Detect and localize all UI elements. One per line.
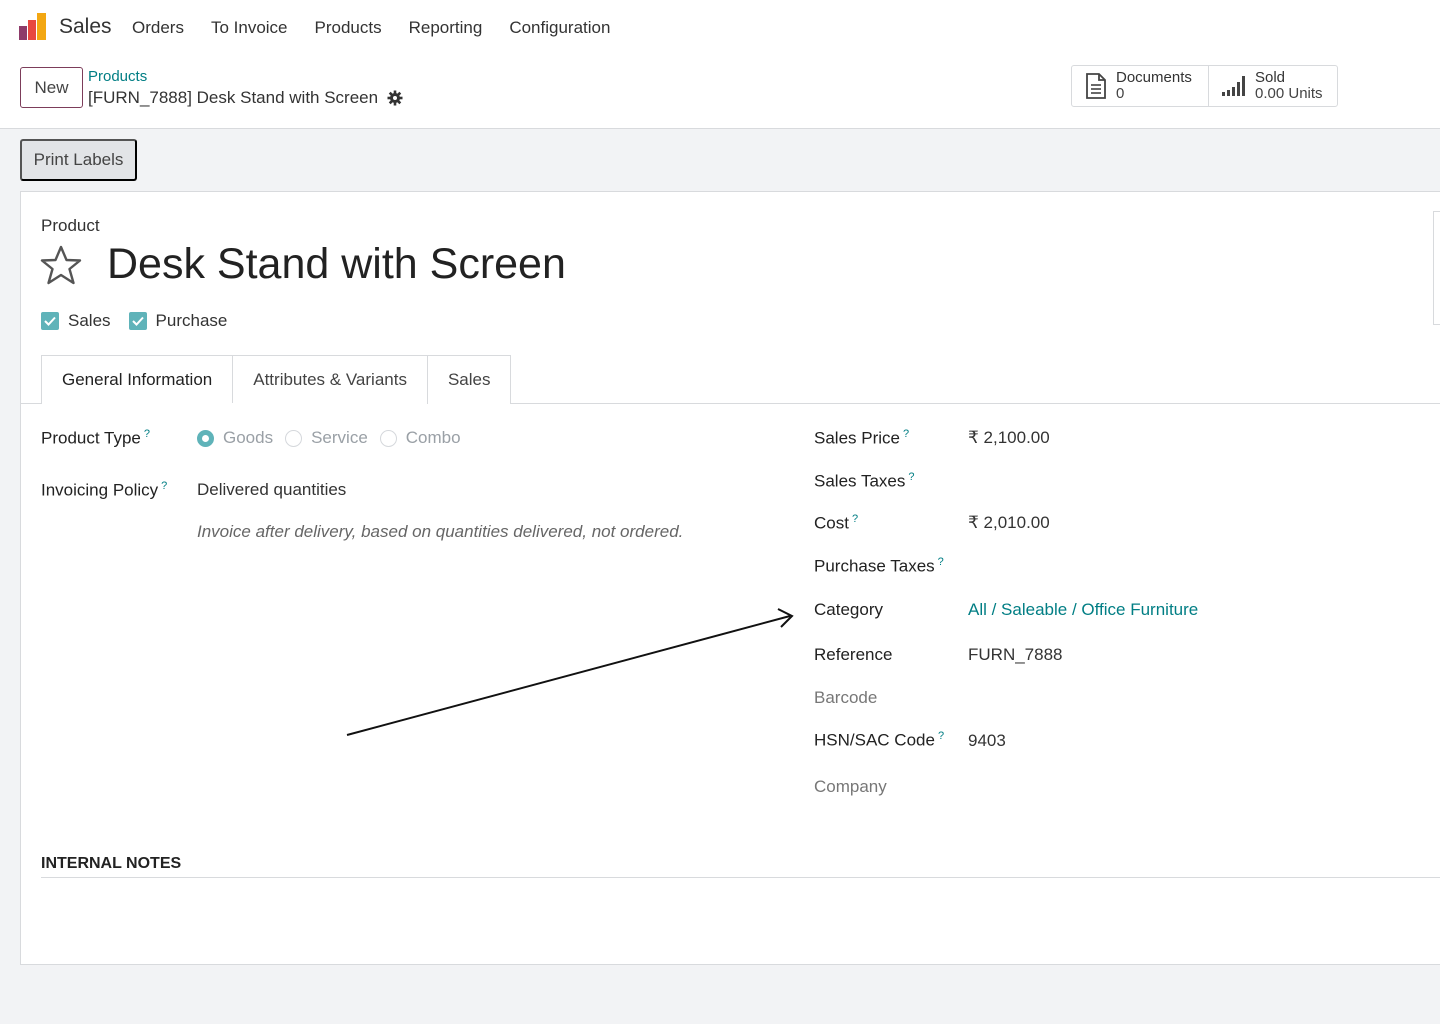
reference-field[interactable]: FURN_7888 [968, 645, 1063, 665]
form-tabs: General Information Attributes & Variant… [41, 355, 512, 404]
sold-smart-button[interactable]: Sold 0.00 Units [1208, 66, 1337, 106]
sales-price-label: Sales Price? [814, 428, 909, 449]
help-icon[interactable]: ? [908, 471, 914, 483]
menu-orders[interactable]: Orders [132, 18, 184, 38]
cost-label: Cost? [814, 513, 858, 534]
checkmark-icon [44, 316, 56, 326]
star-icon[interactable] [40, 245, 82, 285]
invoicing-policy-label: Invoicing Policy? [41, 480, 167, 501]
product-label: Product [41, 216, 100, 235]
help-icon[interactable]: ? [938, 556, 944, 568]
tab-general-information[interactable]: General Information [41, 355, 234, 404]
internal-notes-heading: INTERNAL NOTES [41, 855, 182, 872]
purchase-taxes-label: Purchase Taxes? [814, 556, 944, 577]
purchase-taxes-label-text: Purchase Taxes [814, 556, 935, 576]
documents-label: Documents [1116, 69, 1192, 86]
tab-attributes-variants[interactable]: Attributes & Variants [232, 355, 428, 404]
radio-unselected[interactable] [379, 429, 397, 447]
category-label: Category [814, 600, 883, 619]
internal-notes-divider [41, 877, 1440, 878]
smart-buttons: Documents 0 Sold 0.00 Units [1071, 65, 1338, 107]
menu-to-invoice[interactable]: To Invoice [211, 18, 288, 38]
hsn-code-field[interactable]: 9403 [968, 731, 1006, 751]
control-panel: New Products [FURN_7888] Desk Stand with… [0, 56, 1440, 129]
radio-unselected[interactable] [285, 429, 303, 447]
purchase-checkbox[interactable]: Purchase [128, 311, 228, 331]
help-icon[interactable]: ? [161, 480, 167, 492]
radio-goods[interactable]: Goods [197, 428, 273, 448]
cost-label-text: Cost [814, 513, 849, 533]
app-name[interactable]: Sales [59, 15, 112, 39]
radio-goods-label: Goods [223, 428, 274, 447]
bar-chart-icon [1222, 76, 1245, 96]
record-title-text: [FURN_7888] Desk Stand with Screen [88, 88, 379, 107]
annotation-arrow [346, 608, 794, 736]
breadcrumb-products[interactable]: Products [88, 68, 147, 85]
hsn-code-label: HSN/SAC Code? [814, 730, 944, 751]
invoicing-policy-note: Invoice after delivery, based on quantit… [197, 522, 684, 541]
sales-taxes-label-text: Sales Taxes [814, 471, 906, 491]
help-icon[interactable]: ? [903, 428, 909, 440]
active-tab-indicator [42, 403, 238, 404]
checkbox-checked[interactable] [128, 312, 147, 330]
radio-selected[interactable] [197, 429, 214, 447]
tab-sales[interactable]: Sales [426, 355, 512, 404]
sales-checkbox-label: Sales [68, 311, 111, 330]
category-field[interactable]: All / Saleable / Office Furniture [968, 600, 1198, 620]
checkbox-checked[interactable] [41, 312, 59, 330]
invoicing-policy-label-text: Invoicing Policy [41, 480, 159, 500]
product-type-radio-group: Goods Service Combo [197, 428, 473, 448]
form-sheet [20, 191, 1440, 965]
radio-combo-label: Combo [405, 428, 461, 447]
radio-combo[interactable]: Combo [379, 428, 461, 448]
sales-price-field[interactable]: ₹ 2,100.00 [968, 428, 1050, 448]
cost-field[interactable]: ₹ 2,010.00 [968, 513, 1050, 533]
help-icon[interactable]: ? [144, 428, 150, 440]
hsn-code-label-text: HSN/SAC Code [814, 730, 935, 750]
invoicing-policy-field[interactable]: Delivered quantities [197, 480, 346, 500]
documents-smart-button[interactable]: Documents 0 [1072, 66, 1208, 106]
menu-configuration[interactable]: Configuration [509, 18, 610, 38]
document-icon [1086, 73, 1106, 99]
checkmark-icon [131, 316, 144, 326]
main-menu: Orders To Invoice Products Reporting Con… [132, 18, 637, 38]
sales-price-label-text: Sales Price [814, 428, 900, 448]
odoo-sales-logo-icon[interactable] [18, 12, 48, 42]
sales-checkbox[interactable]: Sales [41, 311, 111, 331]
product-type-label-text: Product Type [41, 428, 141, 448]
menu-reporting[interactable]: Reporting [409, 18, 483, 38]
company-label: Company [814, 777, 887, 796]
sold-value: 0.00 Units [1255, 85, 1323, 102]
help-icon[interactable]: ? [938, 730, 944, 742]
menu-products[interactable]: Products [315, 18, 382, 38]
documents-count: 0 [1116, 85, 1125, 102]
radio-service-label: Service [311, 428, 368, 447]
print-labels-button[interactable]: Print Labels [20, 139, 137, 181]
product-type-label: Product Type? [41, 428, 150, 449]
gear-icon[interactable] [387, 90, 403, 106]
radio-service[interactable]: Service [285, 428, 368, 448]
barcode-label: Barcode [814, 688, 878, 707]
sold-label: Sold [1255, 69, 1286, 86]
top-navbar: Sales Orders To Invoice Products Reporti… [0, 0, 1440, 56]
sales-taxes-label: Sales Taxes? [814, 471, 914, 492]
product-checkboxes: Sales Purchase [41, 311, 245, 331]
new-button[interactable]: New [20, 67, 83, 108]
record-title: [FURN_7888] Desk Stand with Screen [88, 88, 403, 108]
purchase-checkbox-label: Purchase [155, 311, 228, 330]
chatter-edge [1433, 211, 1440, 325]
help-icon[interactable]: ? [852, 513, 858, 525]
reference-label: Reference [814, 645, 893, 664]
product-name[interactable]: Desk Stand with Screen [107, 240, 566, 289]
